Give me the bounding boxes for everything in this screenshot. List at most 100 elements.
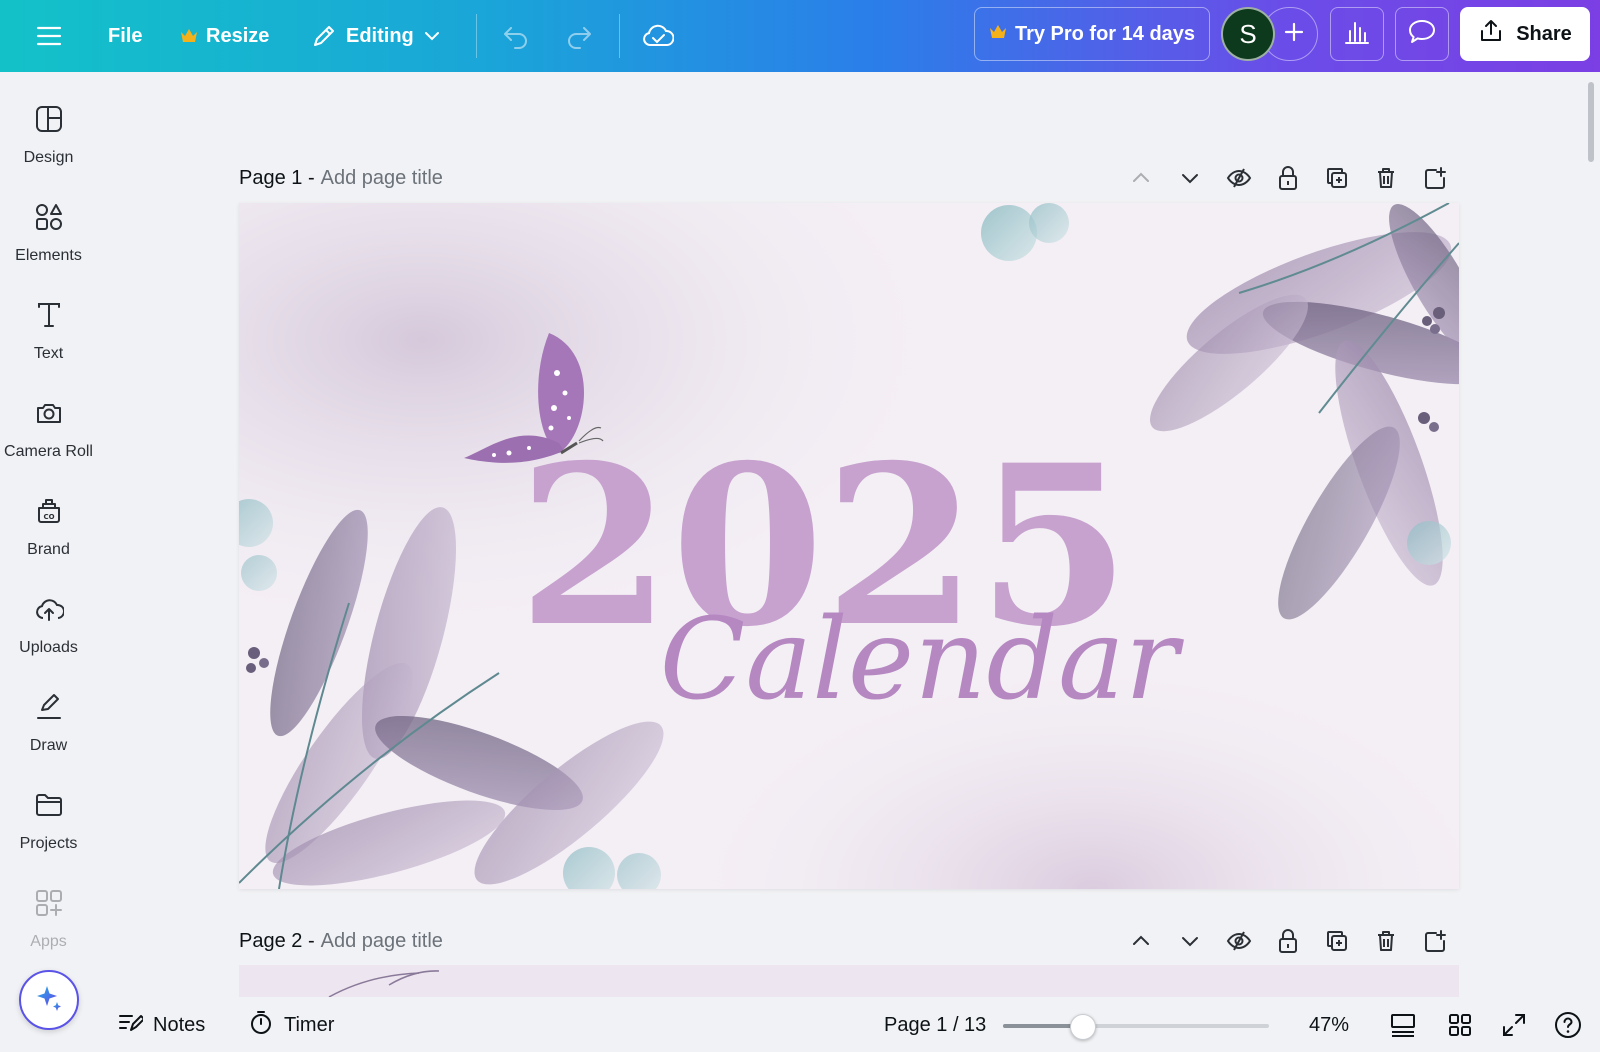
pencil-icon xyxy=(310,22,338,50)
bottom-bar: Notes Timer Page 1 / 13 47% xyxy=(97,997,1600,1052)
sidebar-item-elements[interactable]: Elements xyxy=(0,202,97,292)
lock-page-icon[interactable] xyxy=(1263,923,1312,959)
share-label: Share xyxy=(1516,22,1572,45)
zoom-level-button[interactable]: 47% xyxy=(1309,1005,1349,1045)
duplicate-page-icon[interactable] xyxy=(1312,160,1361,196)
page-title-input[interactable]: Add page title xyxy=(321,167,443,190)
file-label: File xyxy=(108,24,143,47)
menu-icon[interactable] xyxy=(36,14,62,58)
sidebar-item-label: Apps xyxy=(30,933,67,950)
page-title-input[interactable]: Add page title xyxy=(321,930,443,953)
share-icon xyxy=(1478,18,1504,50)
insights-button[interactable] xyxy=(1330,7,1384,61)
undo-icon[interactable] xyxy=(502,14,530,58)
text-icon xyxy=(34,300,64,335)
cloud-saved-icon[interactable] xyxy=(642,14,674,58)
sidebar-item-camera-roll[interactable]: Camera Roll xyxy=(0,398,97,488)
avatar[interactable]: S xyxy=(1221,7,1275,61)
sidebar-item-brand[interactable]: CO Brand xyxy=(0,496,97,586)
camera-icon xyxy=(34,398,64,433)
move-page-up-icon[interactable] xyxy=(1116,160,1165,196)
design-artwork: 2025 Calendar xyxy=(239,203,1459,889)
avatar-initial: S xyxy=(1239,18,1257,49)
svg-text:CO: CO xyxy=(43,513,54,521)
vertical-scrollbar[interactable] xyxy=(1588,82,1594,162)
grid-view-icon[interactable] xyxy=(1447,1005,1473,1045)
help-icon[interactable] xyxy=(1553,1005,1583,1045)
page-tools xyxy=(1116,160,1459,196)
top-toolbar: File Resize Editing Try Pro for 14 days xyxy=(0,0,1600,72)
design-icon xyxy=(34,104,64,139)
sidebar-item-text[interactable]: Text xyxy=(0,300,97,390)
timer-label: Timer xyxy=(284,1013,335,1036)
move-page-down-icon[interactable] xyxy=(1165,160,1214,196)
fullscreen-icon[interactable] xyxy=(1501,1005,1527,1045)
notes-label: Notes xyxy=(153,1013,206,1036)
sidebar-item-label: Projects xyxy=(19,835,78,852)
add-page-icon[interactable] xyxy=(1410,923,1459,959)
try-pro-label: Try Pro for 14 days xyxy=(1014,22,1196,45)
draw-icon xyxy=(34,692,64,727)
redo-icon[interactable] xyxy=(565,14,593,58)
hide-page-icon[interactable] xyxy=(1214,160,1263,196)
move-page-up-icon[interactable] xyxy=(1116,923,1165,959)
sidebar-item-draw[interactable]: Draw xyxy=(0,692,97,782)
magic-assistant-button[interactable] xyxy=(19,970,79,1030)
try-pro-button[interactable]: Try Pro for 14 days xyxy=(974,7,1210,61)
sidebar-item-label: Brand xyxy=(27,541,70,558)
sidebar-item-design[interactable]: Design xyxy=(0,104,97,194)
page-indicator[interactable]: Page 1 / 13 xyxy=(884,1005,986,1045)
zoom-slider[interactable] xyxy=(1003,1024,1269,1028)
design-page-2-preview xyxy=(239,965,1459,997)
design-page-2[interactable] xyxy=(239,965,1459,997)
page-indicator-label: Page 1 / 13 xyxy=(884,1013,987,1036)
page-1-header: Page 1 - Add page title xyxy=(239,160,1459,196)
lock-page-icon[interactable] xyxy=(1263,160,1312,196)
move-page-down-icon[interactable] xyxy=(1165,923,1214,959)
apps-icon xyxy=(34,888,64,923)
zoom-slider-thumb[interactable] xyxy=(1070,1014,1096,1040)
timer-icon xyxy=(248,1009,274,1041)
comments-button[interactable] xyxy=(1395,7,1449,61)
chevron-down-icon xyxy=(422,26,442,46)
plus-icon xyxy=(1284,22,1304,47)
editing-mode-dropdown[interactable]: Editing xyxy=(310,14,442,58)
notes-button[interactable]: Notes xyxy=(117,1005,205,1045)
brand-icon: CO xyxy=(34,496,64,531)
calendar-script-text[interactable]: Calendar xyxy=(660,595,1185,725)
sidebar-item-label: Design xyxy=(23,149,74,166)
notes-icon xyxy=(117,1010,145,1040)
sidebar-item-apps[interactable]: Apps xyxy=(0,888,97,978)
sidebar-item-label: Camera Roll xyxy=(4,443,93,460)
delete-page-icon[interactable] xyxy=(1361,923,1410,959)
comment-icon xyxy=(1407,18,1437,51)
hide-page-icon[interactable] xyxy=(1214,923,1263,959)
page-number: Page 1 - xyxy=(239,166,315,189)
uploads-icon xyxy=(34,594,65,629)
sidebar-item-projects[interactable]: Projects xyxy=(0,790,97,880)
bar-chart-icon xyxy=(1343,19,1371,50)
share-button[interactable]: Share xyxy=(1460,7,1590,61)
sparkle-icon xyxy=(33,982,65,1019)
design-page-1[interactable]: 2025 Calendar xyxy=(239,203,1459,889)
resize-button[interactable]: Resize xyxy=(180,14,269,58)
projects-icon xyxy=(34,790,64,825)
duplicate-page-icon[interactable] xyxy=(1312,923,1361,959)
add-page-icon[interactable] xyxy=(1410,160,1459,196)
zoom-label: 47% xyxy=(1309,1013,1350,1036)
divider xyxy=(476,14,477,58)
crown-icon xyxy=(989,23,1007,46)
sidebar-item-label: Draw xyxy=(29,737,68,754)
crown-icon xyxy=(180,28,198,44)
delete-page-icon[interactable] xyxy=(1361,160,1410,196)
timer-button[interactable]: Timer xyxy=(248,1005,334,1045)
sidebar-item-label: Elements xyxy=(15,247,82,264)
pages-view-icon[interactable] xyxy=(1389,1005,1417,1045)
page-2-header: Page 2 - Add page title xyxy=(239,923,1459,959)
left-sidebar: Design Elements Text Camera Roll CO Bran… xyxy=(0,72,97,1052)
elements-icon xyxy=(34,202,64,237)
file-button[interactable]: File xyxy=(108,14,142,58)
sidebar-item-uploads[interactable]: Uploads xyxy=(0,594,97,684)
page-number: Page 2 - xyxy=(239,929,315,952)
sidebar-item-label: Text xyxy=(33,345,64,362)
